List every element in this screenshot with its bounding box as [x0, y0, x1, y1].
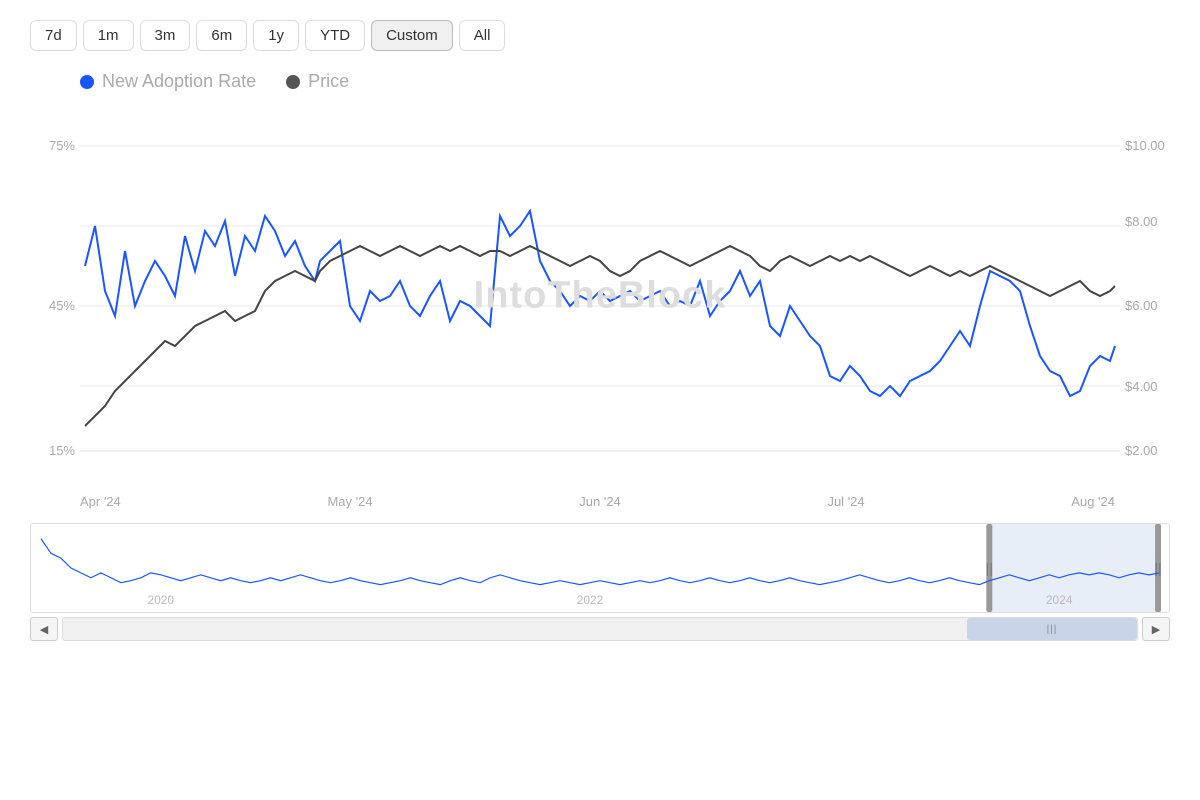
scroll-track[interactable]: |||: [62, 617, 1138, 641]
legend-adoption-rate[interactable]: New Adoption Rate: [80, 71, 256, 92]
btn-7d[interactable]: 7d: [30, 20, 77, 51]
svg-text:15%: 15%: [49, 443, 75, 458]
btn-3m[interactable]: 3m: [140, 20, 191, 51]
main-container: 7d 1m 3m 6m 1y YTD Custom All New Adopti…: [0, 0, 1200, 800]
svg-text:||: ||: [986, 560, 993, 576]
x-label-jun: Jun '24: [579, 494, 621, 509]
svg-text:2022: 2022: [577, 593, 604, 607]
svg-text:$4.00: $4.00: [1125, 379, 1158, 394]
svg-text:45%: 45%: [49, 298, 75, 313]
btn-6m[interactable]: 6m: [196, 20, 247, 51]
btn-1y[interactable]: 1y: [253, 20, 299, 51]
adoption-rate-line: [85, 211, 1115, 396]
svg-text:2024: 2024: [1046, 593, 1073, 607]
mini-chart-svg[interactable]: || || 2020 2022 2024: [31, 524, 1169, 612]
x-label-may: May '24: [327, 494, 372, 509]
time-range-selector: 7d 1m 3m 6m 1y YTD Custom All: [30, 20, 1170, 51]
price-dot: [286, 75, 300, 89]
svg-text:$2.00: $2.00: [1125, 443, 1158, 458]
scroll-handle-icon: |||: [1047, 624, 1058, 635]
x-axis-labels: Apr '24 May '24 Jun '24 Jul '24 Aug '24: [80, 494, 1115, 509]
svg-text:75%: 75%: [49, 138, 75, 153]
main-chart-area: IntoTheBlock 75% 45% 15% $10.00 $8.00 $6…: [30, 106, 1170, 486]
btn-all[interactable]: All: [459, 20, 506, 51]
scroll-left-btn[interactable]: ◀: [30, 617, 58, 641]
x-label-aug: Aug '24: [1071, 494, 1115, 509]
scrollbar-row: ◀ ||| ▶: [30, 617, 1170, 641]
svg-text:$6.00: $6.00: [1125, 298, 1158, 313]
svg-text:2020: 2020: [147, 593, 174, 607]
svg-text:$8.00: $8.00: [1125, 214, 1158, 229]
left-arrow-icon: ◀: [40, 623, 48, 636]
right-arrow-icon: ▶: [1152, 623, 1160, 636]
price-label: Price: [308, 71, 349, 92]
scroll-thumb[interactable]: |||: [967, 618, 1137, 640]
x-label-apr: Apr '24: [80, 494, 121, 509]
btn-ytd[interactable]: YTD: [305, 20, 365, 51]
adoption-rate-label: New Adoption Rate: [102, 71, 256, 92]
adoption-rate-dot: [80, 75, 94, 89]
main-chart-svg[interactable]: 75% 45% 15% $10.00 $8.00 $6.00 $4.00 $2.…: [30, 106, 1170, 486]
btn-custom[interactable]: Custom: [371, 20, 453, 51]
legend-price[interactable]: Price: [286, 71, 349, 92]
x-label-jul: Jul '24: [827, 494, 864, 509]
selection-region: [989, 524, 1159, 612]
mini-chart-wrapper[interactable]: || || 2020 2022 2024: [30, 523, 1170, 613]
svg-text:$10.00: $10.00: [1125, 138, 1165, 153]
chart-legend: New Adoption Rate Price: [80, 71, 1170, 92]
btn-1m[interactable]: 1m: [83, 20, 134, 51]
scroll-right-btn[interactable]: ▶: [1142, 617, 1170, 641]
price-line: [85, 246, 1115, 426]
